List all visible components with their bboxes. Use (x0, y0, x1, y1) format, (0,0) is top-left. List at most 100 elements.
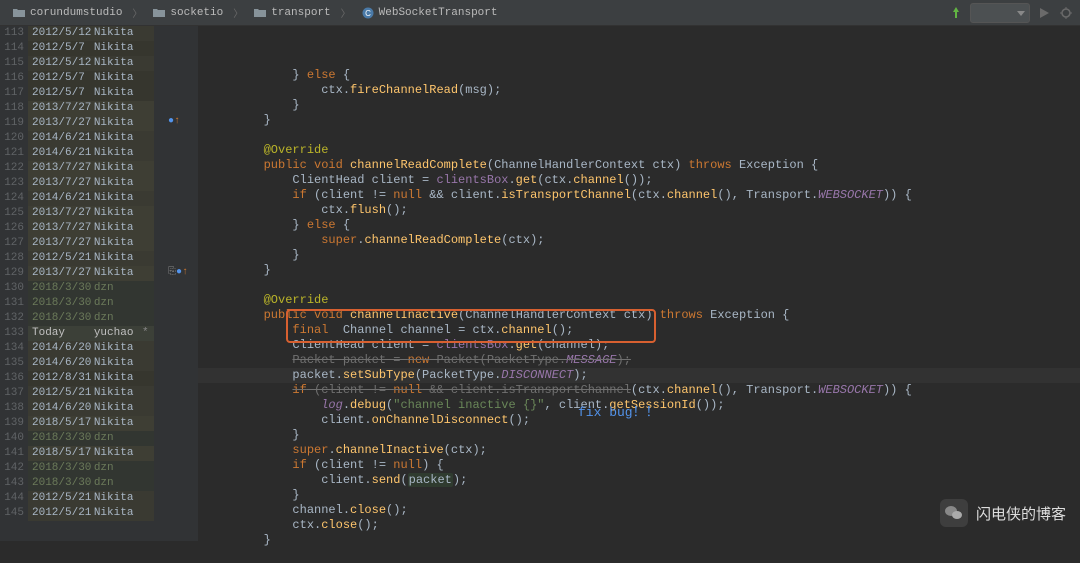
annotation-date: 2012/5/21 (28, 491, 94, 506)
line-numbers: 1131141151161171181191201211221231241251… (0, 26, 28, 541)
annotation-date: 2012/8/31 (28, 371, 94, 386)
annotation-row[interactable]: 2018/3/30dzn (28, 296, 154, 311)
folder-icon (12, 6, 26, 20)
annotation-author: Nikita (94, 191, 150, 206)
code-line[interactable] (198, 128, 1080, 143)
annotation-row[interactable]: 2012/5/21Nikita (28, 251, 154, 266)
code-line[interactable] (198, 548, 1080, 563)
annotation-row[interactable]: 2018/3/30dzn (28, 476, 154, 491)
annotation-date: 2013/7/27 (28, 101, 94, 116)
code-line[interactable]: public void channelInactive(ChannelHandl… (198, 308, 1080, 323)
annotation-author: dzn (94, 296, 150, 311)
annotation-row[interactable]: 2012/5/12Nikita (28, 56, 154, 71)
code-line[interactable]: } (198, 263, 1080, 278)
breadcrumb-item[interactable]: socketio (146, 4, 229, 22)
annotation-date: Today (28, 326, 94, 341)
line-number: 134 (0, 341, 28, 356)
code-line[interactable]: if (client != null) { (198, 458, 1080, 473)
annotation-date: 2014/6/21 (28, 146, 94, 161)
code-line[interactable]: } else { (198, 68, 1080, 83)
annotation-row[interactable]: 2018/5/17Nikita (28, 416, 154, 431)
annotation-row[interactable]: Todayyuchao * (28, 326, 154, 341)
code-line[interactable]: ctx.fireChannelRead(msg); (198, 83, 1080, 98)
annotation-row[interactable]: 2014/6/21Nikita (28, 191, 154, 206)
annotation-author: Nikita (94, 341, 150, 356)
code-line[interactable]: ctx.flush(); (198, 203, 1080, 218)
annotation-row[interactable]: 2013/7/27Nikita (28, 161, 154, 176)
annotation-row[interactable]: 2012/5/21Nikita (28, 386, 154, 401)
debug-icon[interactable] (1058, 5, 1074, 21)
run-config-select[interactable] (970, 3, 1030, 23)
annotation-row[interactable]: 2014/6/20Nikita (28, 356, 154, 371)
annotation-row[interactable]: 2013/7/27Nikita (28, 221, 154, 236)
line-number: 128 (0, 251, 28, 266)
annotation-date: 2018/3/30 (28, 296, 94, 311)
line-number: 137 (0, 386, 28, 401)
breadcrumb-label: transport (271, 7, 330, 19)
line-number: 139 (0, 416, 28, 431)
code-line[interactable]: } (198, 248, 1080, 263)
annotation-date: 2012/5/7 (28, 71, 94, 86)
annotation-row[interactable]: 2012/5/21Nikita (28, 491, 154, 506)
annotation-row[interactable]: 2013/7/27Nikita (28, 266, 154, 281)
code-line[interactable]: client.send(packet); (198, 473, 1080, 488)
code-line[interactable]: @Override (198, 293, 1080, 308)
code-line[interactable]: Packet packet = new Packet(PacketType.ME… (198, 353, 1080, 368)
code-line[interactable]: @Override (198, 143, 1080, 158)
build-icon[interactable] (948, 5, 964, 21)
annotation-row[interactable]: 2014/6/20Nikita (28, 401, 154, 416)
chevron-right-icon: 〉 (130, 5, 144, 21)
annotation-row[interactable]: 2012/5/12Nikita (28, 26, 154, 41)
code-area[interactable]: } else { ctx.fireChannelRead(msg); } } @… (198, 26, 1080, 541)
annotation-row[interactable]: 2014/6/21Nikita (28, 131, 154, 146)
code-line[interactable]: } (198, 428, 1080, 443)
code-line[interactable]: packet.setSubType(PacketType.DISCONNECT)… (198, 368, 1080, 383)
annotation-author: Nikita (94, 86, 150, 101)
line-number: 116 (0, 71, 28, 86)
code-line[interactable]: ClientHead client = clientsBox.get(chann… (198, 338, 1080, 353)
annotation-row[interactable]: 2013/7/27Nikita (28, 116, 154, 131)
override-marker-icon[interactable]: ⎘●↑ (168, 266, 188, 278)
annotation-row[interactable]: 2013/7/27Nikita (28, 206, 154, 221)
breadcrumb-item[interactable]: C WebSocketTransport (355, 4, 504, 22)
annotation-row[interactable]: 2013/7/27Nikita (28, 236, 154, 251)
annotation-date: 2013/7/27 (28, 206, 94, 221)
annotation-row[interactable]: 2012/5/7Nikita (28, 86, 154, 101)
annotation-author: Nikita (94, 26, 150, 41)
code-line[interactable]: super.channelReadComplete(ctx); (198, 233, 1080, 248)
breadcrumb-item[interactable]: corundumstudio (6, 4, 128, 22)
annotation-author: Nikita (94, 221, 150, 236)
code-line[interactable]: if (client != null && client.isTransport… (198, 383, 1080, 398)
annotation-author: dzn (94, 311, 150, 326)
code-line[interactable]: final Channel channel = ctx.channel(); (198, 323, 1080, 338)
code-line[interactable]: } else { (198, 218, 1080, 233)
watermark-text: 闪电侠的博客 (976, 503, 1066, 524)
breadcrumb-item[interactable]: transport (247, 4, 336, 22)
code-line[interactable]: } (198, 98, 1080, 113)
annotation-row[interactable]: 2018/3/30dzn (28, 431, 154, 446)
code-line[interactable]: super.channelInactive(ctx); (198, 443, 1080, 458)
watermark: 闪电侠的博客 (940, 499, 1066, 527)
code-line[interactable]: if (client != null && client.isTransport… (198, 188, 1080, 203)
annotation-row[interactable]: 2018/3/30dzn (28, 281, 154, 296)
code-line[interactable]: ClientHead client = clientsBox.get(ctx.c… (198, 173, 1080, 188)
annotation-row[interactable]: 2012/8/31Nikita (28, 371, 154, 386)
annotation-date: 2018/3/30 (28, 461, 94, 476)
code-line[interactable]: public void channelReadComplete(ChannelH… (198, 158, 1080, 173)
annotation-row[interactable]: 2012/5/7Nikita (28, 41, 154, 56)
code-line[interactable]: } (198, 113, 1080, 128)
annotation-row[interactable]: 2013/7/27Nikita (28, 176, 154, 191)
annotation-date: 2014/6/20 (28, 341, 94, 356)
annotation-date: 2018/3/30 (28, 311, 94, 326)
override-marker-icon[interactable]: ●↑ (168, 116, 180, 127)
annotation-row[interactable]: 2018/3/30dzn (28, 311, 154, 326)
run-icon[interactable] (1036, 5, 1052, 21)
annotation-row[interactable]: 2012/5/21Nikita (28, 506, 154, 521)
annotation-row[interactable]: 2014/6/20Nikita (28, 341, 154, 356)
annotation-row[interactable]: 2014/6/21Nikita (28, 146, 154, 161)
annotation-row[interactable]: 2018/3/30dzn (28, 461, 154, 476)
annotation-row[interactable]: 2013/7/27Nikita (28, 101, 154, 116)
annotation-row[interactable]: 2018/5/17Nikita (28, 446, 154, 461)
code-line[interactable] (198, 278, 1080, 293)
annotation-row[interactable]: 2012/5/7Nikita (28, 71, 154, 86)
